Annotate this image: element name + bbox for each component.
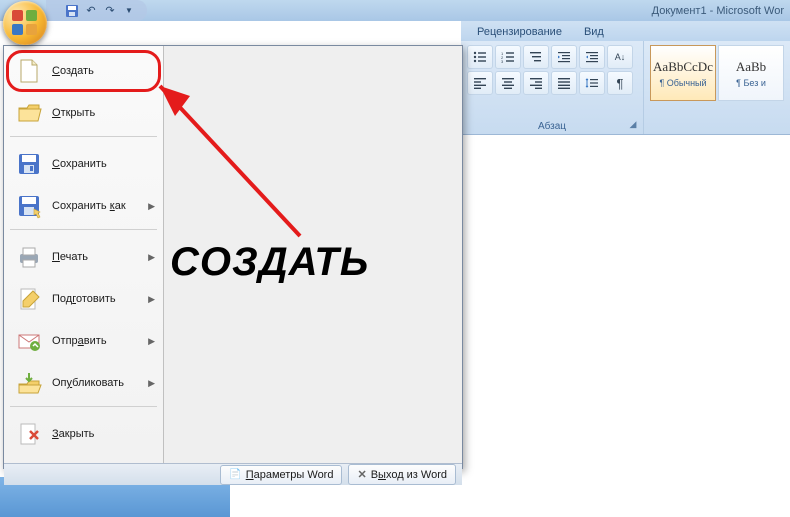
button-label: Параметры Word	[246, 469, 334, 481]
ribbon-group-styles: AaBbCcDc ¶ Обычный AaBb ¶ Без и	[644, 41, 790, 134]
menu-label: Сохранить	[52, 158, 107, 170]
increase-indent-button[interactable]	[579, 45, 605, 69]
annotation-text: СОЗДАТЬ	[170, 240, 369, 285]
menu-label: Подготовить	[52, 293, 116, 305]
show-marks-button[interactable]: ¶	[607, 71, 633, 95]
office-button[interactable]	[3, 1, 47, 45]
menu-label: Отправить	[52, 335, 107, 347]
save-icon	[14, 151, 44, 177]
submenu-arrow-icon: ▶	[148, 252, 155, 263]
ribbon-tabs: Рецензирование Вид	[461, 21, 790, 41]
line-spacing-button[interactable]	[579, 71, 605, 95]
send-icon	[14, 328, 44, 354]
menu-label: Опубликовать	[52, 377, 124, 389]
qat-dropdown-icon[interactable]: ▼	[121, 3, 137, 19]
menu-item-prepare[interactable]: Подготовить ▶	[8, 280, 159, 318]
qat-undo-button[interactable]: ↶	[83, 3, 99, 19]
style-name: ¶ Обычный	[659, 78, 706, 88]
style-normal[interactable]: AaBbCcDc ¶ Обычный	[650, 45, 716, 101]
group-label-paragraph: Абзац◢	[467, 119, 637, 132]
submenu-arrow-icon: ▶	[148, 378, 155, 389]
multilevel-list-button[interactable]	[523, 45, 549, 69]
word-options-button[interactable]: 📄 Параметры Word	[220, 465, 342, 485]
ribbon-group-paragraph: 123 А↓ ¶ Абзац◢	[461, 41, 644, 134]
new-document-icon	[14, 58, 44, 84]
tab-review[interactable]: Рецензирование	[467, 24, 572, 41]
menu-label: Закрыть	[52, 428, 94, 440]
document-area[interactable]	[461, 135, 790, 517]
qat-redo-button[interactable]: ↷	[102, 3, 118, 19]
office-logo-icon	[12, 10, 38, 36]
menu-label: Сохранить как	[52, 200, 126, 212]
menu-separator	[10, 229, 157, 230]
align-right-button[interactable]	[523, 71, 549, 95]
menu-label: Печать	[52, 251, 88, 263]
menu-item-save[interactable]: Сохранить	[8, 145, 159, 183]
numbering-button[interactable]: 123	[495, 45, 521, 69]
justify-button[interactable]	[551, 71, 577, 95]
publish-icon	[14, 370, 44, 396]
align-center-button[interactable]	[495, 71, 521, 95]
style-preview: AaBbCcDc	[653, 59, 713, 75]
print-icon	[14, 244, 44, 270]
style-name: ¶ Без и	[736, 78, 766, 88]
office-menu-footer: 📄 Параметры Word ✕ Выход из Word	[4, 463, 462, 485]
ribbon: 123 А↓ ¶ Абзац◢ AaBbCcDc ¶ Обычный AaBb …	[461, 41, 790, 135]
qat-save-button[interactable]	[64, 3, 80, 19]
style-no-spacing[interactable]: AaBb ¶ Без и	[718, 45, 784, 101]
svg-text:3: 3	[501, 59, 504, 63]
bullets-button[interactable]	[467, 45, 493, 69]
align-left-button[interactable]	[467, 71, 493, 95]
folder-open-icon	[14, 100, 44, 126]
prepare-icon	[14, 286, 44, 312]
menu-item-save-as[interactable]: Сохранить как ▶	[8, 187, 159, 225]
submenu-arrow-icon: ▶	[148, 201, 155, 212]
button-label: Выход из Word	[371, 469, 447, 481]
menu-label: Создать	[52, 65, 94, 77]
exit-word-button[interactable]: ✕ Выход из Word	[348, 464, 456, 485]
menu-separator	[10, 136, 157, 137]
menu-item-create[interactable]: Создать	[8, 52, 159, 90]
tab-view[interactable]: Вид	[574, 24, 614, 41]
close-icon: ✕	[357, 468, 366, 481]
decrease-indent-button[interactable]	[551, 45, 577, 69]
office-menu-left: Создать Открыть Сохранить Сохранить как …	[4, 46, 164, 463]
style-preview: AaBb	[736, 59, 766, 75]
menu-item-publish[interactable]: Опубликовать ▶	[8, 364, 159, 402]
submenu-arrow-icon: ▶	[148, 336, 155, 347]
menu-item-print[interactable]: Печать ▶	[8, 238, 159, 276]
submenu-arrow-icon: ▶	[148, 294, 155, 305]
menu-item-open[interactable]: Открыть	[8, 94, 159, 132]
menu-label: Открыть	[52, 107, 95, 119]
save-as-icon	[14, 193, 44, 219]
options-icon: 📄	[229, 469, 241, 480]
window-title: Документ1 - Microsoft Wor	[652, 5, 784, 17]
menu-separator	[10, 406, 157, 407]
menu-item-send[interactable]: Отправить ▶	[8, 322, 159, 360]
sort-button[interactable]: А↓	[607, 45, 633, 69]
paragraph-dialog-launcher-icon[interactable]: ◢	[627, 119, 639, 131]
menu-item-close[interactable]: Закрыть	[8, 415, 159, 453]
quick-access-toolbar: ↶ ↷ ▼	[46, 0, 147, 21]
close-document-icon	[14, 421, 44, 447]
